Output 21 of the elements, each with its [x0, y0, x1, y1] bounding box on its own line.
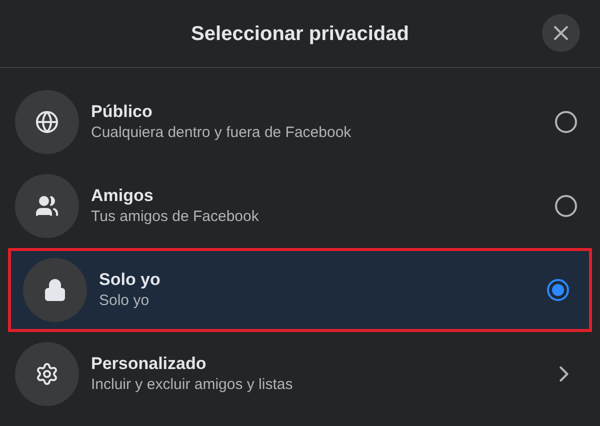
radio-button[interactable] [555, 111, 577, 133]
radio-button[interactable] [547, 279, 569, 301]
lock-icon [43, 278, 67, 302]
globe-icon [35, 110, 59, 134]
option-subtitle: Incluir y excluir amigos y listas [91, 375, 294, 395]
option-subtitle: Tus amigos de Facebook [91, 207, 260, 227]
option-subtitle: Cualquiera dentro y fuera de Facebook [91, 123, 352, 143]
people-icon [35, 194, 59, 218]
radio-button[interactable] [555, 195, 577, 217]
privacy-option[interactable]: Personalizado Incluir y excluir amigos y listas [0, 332, 600, 416]
option-title: Personalizado [91, 353, 208, 375]
option-subtitle: Solo yo [99, 291, 150, 311]
settings-icon [35, 362, 59, 386]
option-title: Público [91, 101, 154, 123]
privacy-option[interactable]: Público Cualquiera dentro y fuera de Facebook [0, 80, 600, 164]
option-title: Amigos [91, 185, 154, 207]
option-title: Solo yo [99, 269, 162, 291]
privacy-option[interactable]: Solo yo Solo yo [8, 248, 592, 332]
close-button[interactable] [542, 14, 580, 52]
privacy-option[interactable]: Amigos Tus amigos de Facebook [0, 164, 600, 248]
dialog-title: Seleccionar privacidad [191, 22, 409, 46]
